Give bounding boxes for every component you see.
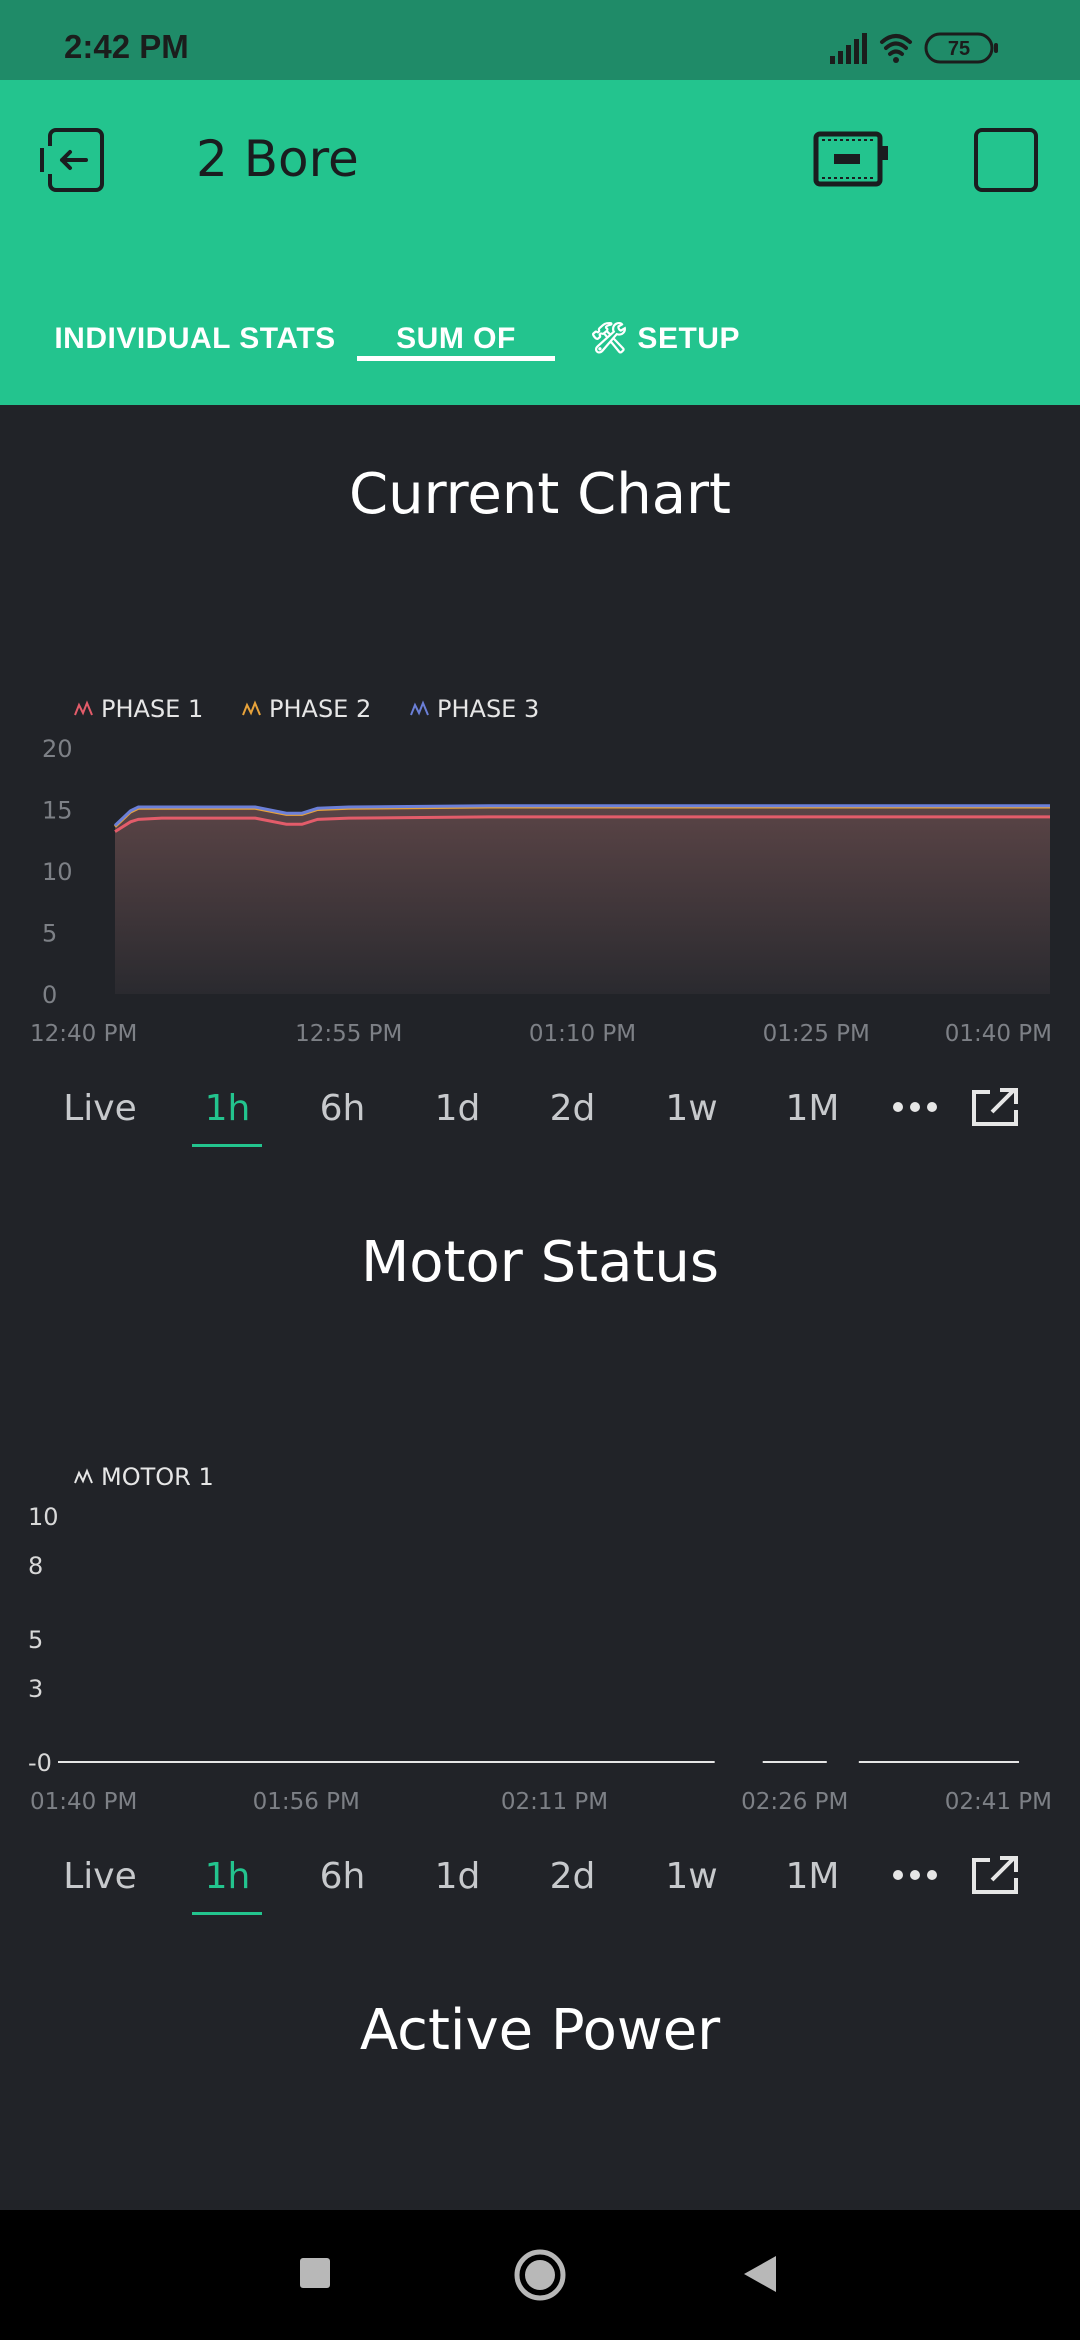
x-tick-label: 02:11 PM [501,1789,608,1815]
system-nav-bar [0,2210,1080,2340]
range-live[interactable]: Live [55,1842,145,1912]
current-chart[interactable]: PHASE 1 PHASE 2 PHASE 3 0 5 10 15 20 12:40 PM 12:… [0,680,1080,1060]
open-external-icon[interactable] [970,1086,1020,1128]
range-active-indicator [192,1144,262,1147]
tab-sum-of[interactable]: SUM OF [357,280,555,405]
status-icons: 75 [830,32,998,64]
y-tick-label: 3 [28,1675,43,1703]
y-tick-label: 10 [28,1503,59,1531]
x-tick-label: 12:40 PM [30,1021,137,1047]
range-2d[interactable]: 2d [535,1074,610,1144]
x-tick-label: 02:41 PM [945,1789,1052,1815]
legend-label: PHASE 3 [437,695,539,723]
recent-apps-icon[interactable] [298,2256,332,2290]
device-icon[interactable] [812,124,892,196]
current-chart-time-range-bar: Live 1h 6h 1d 2d 1w 1M [0,1074,1080,1154]
x-tick-label: 12:55 PM [295,1021,402,1047]
y-tick-label: -0 [28,1749,52,1777]
y-tick-label: 5 [28,1626,43,1654]
range-6h[interactable]: 6h [305,1842,380,1912]
y-tick-label: 10 [42,858,73,886]
more-dots-icon[interactable] [892,1100,938,1114]
battery-icon: 75 [924,32,998,64]
legend-icon [74,700,93,716]
motor-chart-time-range-bar: Live 1h 6h 1d 2d 1w 1M [0,1842,1080,1922]
range-1h[interactable]: 1h [190,1842,265,1912]
status-bar: 2:42 PM 75 [0,0,1080,80]
range-1w[interactable]: 1w [654,1074,729,1144]
square-icon[interactable] [974,128,1038,192]
motor-status-title: Motor Status [360,1230,720,1295]
chart-area-fill [115,805,1050,994]
back-icon[interactable] [40,124,112,196]
legend-icon [74,1468,93,1484]
range-live[interactable]: Live [55,1074,145,1144]
home-icon[interactable] [513,2248,567,2302]
y-tick-label: 5 [42,920,57,948]
y-tick-label: 20 [42,735,73,763]
motor-status-chart[interactable]: MOTOR 1 -0 3 5 8 10 01:40 PM 01:56 PM 02:11 PM 02… [0,1448,1080,1828]
wifi-icon [880,34,912,63]
app-header: 2 Bore INDIVIDUAL STATS SUM OF 🛠 SETUP [0,80,1080,405]
range-1m[interactable]: 1M [775,1074,850,1144]
legend-icon [410,700,429,716]
x-tick-label: 02:26 PM [741,1789,848,1815]
y-tick-label: 8 [28,1552,43,1580]
page-title: 2 Bore [196,130,359,188]
signal-icon [830,33,867,64]
range-1w[interactable]: 1w [654,1842,729,1912]
active-tab-indicator [357,356,555,361]
range-2d[interactable]: 2d [535,1842,610,1912]
range-active-indicator [192,1912,262,1915]
x-tick-label: 01:40 PM [30,1789,137,1815]
x-tick-label: 01:25 PM [763,1021,870,1047]
x-tick-label: 01:10 PM [529,1021,636,1047]
legend-label: PHASE 1 [101,695,203,723]
tab-bar: INDIVIDUAL STATS SUM OF 🛠 SETUP [0,280,1080,405]
range-1d[interactable]: 1d [420,1842,495,1912]
current-chart-title: Current Chart [348,462,732,527]
tab-setup[interactable]: 🛠 SETUP [580,280,750,405]
open-external-icon[interactable] [970,1854,1020,1896]
more-dots-icon[interactable] [892,1868,938,1882]
range-1h[interactable]: 1h [190,1074,265,1144]
back-nav-icon[interactable] [742,2254,778,2294]
range-1m[interactable]: 1M [775,1842,850,1912]
battery-level: 75 [948,38,970,60]
x-tick-label: 01:40 PM [945,1021,1052,1047]
active-power-title: Active Power [359,1998,721,2063]
y-tick-label: 15 [42,797,73,825]
legend-label: PHASE 2 [269,695,371,723]
range-6h[interactable]: 6h [305,1074,380,1144]
legend-icon [242,700,261,716]
range-1d[interactable]: 1d [420,1074,495,1144]
y-tick-label: 0 [42,981,57,1009]
status-time: 2:42 PM [64,28,189,65]
legend-label: MOTOR 1 [101,1463,214,1491]
tab-individual-stats[interactable]: INDIVIDUAL STATS [40,280,350,405]
x-tick-label: 01:56 PM [253,1789,360,1815]
